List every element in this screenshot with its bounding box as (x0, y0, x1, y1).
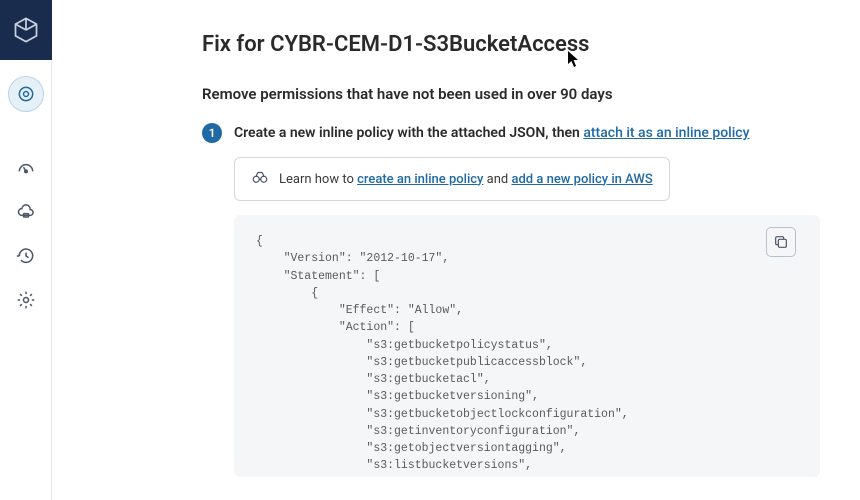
copy-icon (773, 234, 789, 250)
nav-history-icon[interactable] (8, 238, 44, 274)
nav-gauge-icon[interactable] (8, 150, 44, 186)
learn-prefix: Learn how to (279, 172, 357, 187)
create-inline-policy-link[interactable]: create an inline policy (357, 172, 483, 187)
nav-cloud-icon[interactable] (8, 194, 44, 230)
binoculars-icon (251, 168, 269, 190)
step-text: Create a new inline policy with the atta… (234, 123, 749, 143)
step-prefix: Create a new inline policy with the atta… (234, 125, 583, 141)
learn-text: Learn how to create an inline policy and… (279, 172, 653, 187)
learn-box: Learn how to create an inline policy and… (234, 157, 670, 201)
main-content: Fix for CYBR-CEM-D1-S3BucketAccess Remov… (52, 0, 860, 500)
page-title: Fix for CYBR-CEM-D1-S3BucketAccess (202, 32, 820, 57)
side-rail (0, 0, 52, 500)
attach-policy-link[interactable]: attach it as an inline policy (583, 125, 749, 141)
policy-json: { "Version": "2012-10-17", "Statement": … (256, 233, 774, 477)
learn-mid: and (483, 172, 511, 187)
step-row: 1 Create a new inline policy with the at… (202, 123, 820, 143)
nav-settings-icon[interactable] (8, 282, 44, 318)
brand-logo (0, 0, 52, 60)
step-number-badge: 1 (202, 123, 222, 143)
code-block: { "Version": "2012-10-17", "Statement": … (234, 215, 820, 477)
nav-target-icon[interactable] (8, 76, 44, 112)
code-scroll[interactable]: { "Version": "2012-10-17", "Statement": … (234, 215, 820, 477)
subtitle: Remove permissions that have not been us… (202, 85, 820, 103)
copy-button[interactable] (766, 227, 796, 257)
add-policy-aws-link[interactable]: add a new policy in AWS (511, 172, 652, 187)
